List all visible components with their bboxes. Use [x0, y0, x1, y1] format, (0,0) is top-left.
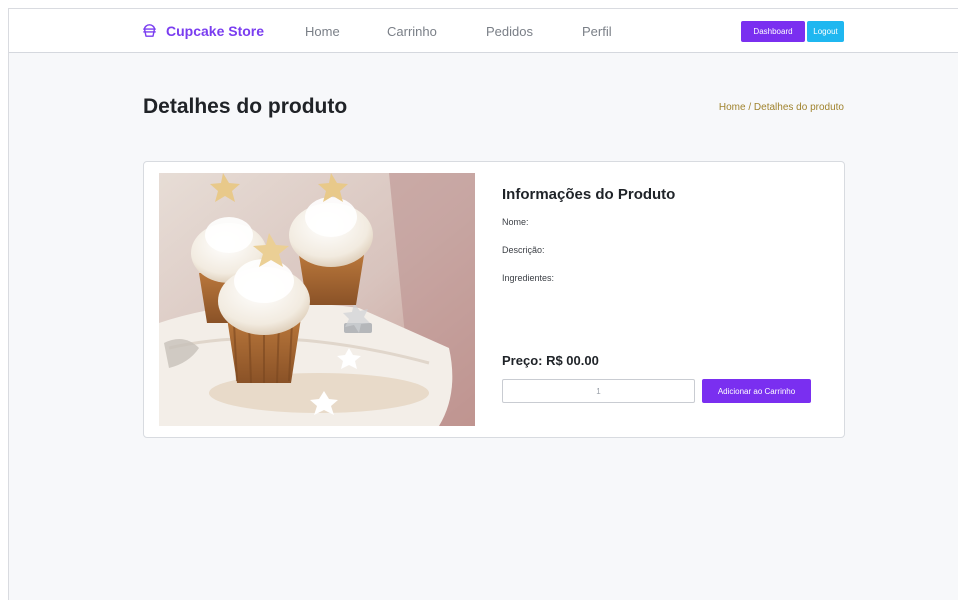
page-frame: Cupcake Store Home Carrinho Pedidos Perf… [8, 8, 958, 600]
product-card: Informações do Produto Nome: Descrição: … [143, 161, 845, 438]
add-to-cart-button[interactable]: Adicionar ao Carrinho [702, 379, 811, 403]
product-ingredients-label: Ingredientes: [502, 273, 555, 283]
product-info-title: Informações do Produto [502, 186, 676, 203]
brand-link[interactable]: Cupcake Store [141, 22, 264, 39]
product-info: Informações do Produto Nome: Descrição: … [502, 162, 832, 439]
cupcake-icon [143, 24, 156, 37]
breadcrumb-separator: / [748, 102, 752, 113]
breadcrumb: Home / Detalhes do produto [719, 102, 844, 113]
nav-link-carrinho[interactable]: Carrinho [387, 24, 437, 39]
nav-link-home[interactable]: Home [305, 24, 340, 39]
cupcake-photo-icon [159, 173, 475, 426]
quantity-input[interactable] [502, 379, 695, 403]
product-price: Preço: R$ 00.00 [502, 353, 599, 368]
page-title: Detalhes do produto [143, 95, 348, 118]
navbar: Cupcake Store Home Carrinho Pedidos Perf… [9, 9, 958, 53]
breadcrumb-current: Detalhes do produto [753, 102, 844, 113]
product-description-label: Descrição: [502, 245, 545, 255]
brand-name: Cupcake Store [166, 22, 265, 39]
product-image [159, 173, 475, 426]
dashboard-button[interactable]: Dashboard [741, 21, 805, 42]
breadcrumb-home-link[interactable]: Home [719, 102, 746, 113]
nav-link-perfil[interactable]: Perfil [582, 24, 612, 39]
logout-button[interactable]: Logout [807, 21, 844, 42]
product-name-label: Nome: [502, 217, 529, 227]
nav-link-pedidos[interactable]: Pedidos [486, 24, 533, 39]
